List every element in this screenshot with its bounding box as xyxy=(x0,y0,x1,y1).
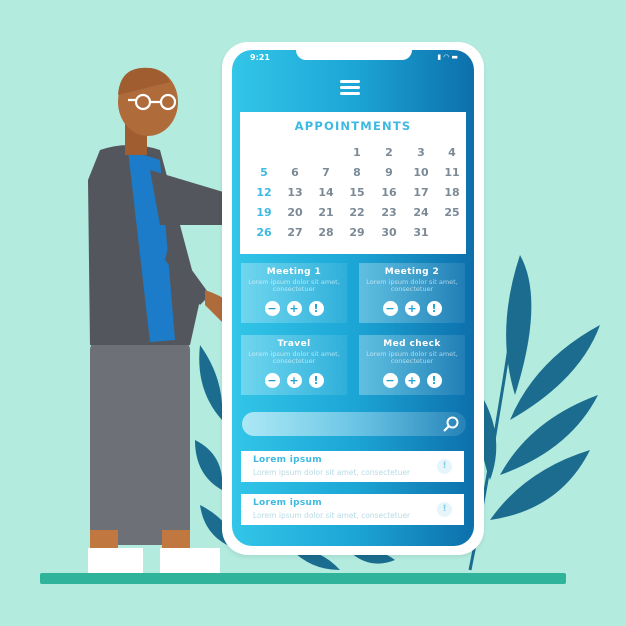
calendar-day[interactable]: 26 xyxy=(252,226,276,239)
calendar-day[interactable]: 24 xyxy=(409,206,433,219)
card-title: Meeting 1 xyxy=(266,267,322,277)
appointment-card[interactable]: Travel Lorem ipsum dolor sit amet, conse… xyxy=(241,335,347,395)
calendar-day[interactable]: 29 xyxy=(345,226,369,239)
calendar: APPOINTMENTS 1 2 3 4 5 6 7 8 9 10 11 12 13 14 15 16 17 18… xyxy=(240,112,466,254)
calendar-day[interactable]: 31 xyxy=(409,226,433,239)
calendar-day[interactable]: 18 xyxy=(440,186,464,199)
card-text: Lorem ipsum dolor sit amet, consectetuer xyxy=(366,278,458,293)
calendar-day[interactable]: 5 xyxy=(252,166,276,179)
plus-button[interactable]: + xyxy=(404,373,420,388)
calendar-day[interactable]: 10 xyxy=(409,166,433,179)
list-item-text: Lorem ipsum dolor sit amet, consectetuer xyxy=(253,468,411,477)
hamburger-menu-icon[interactable] xyxy=(340,80,360,96)
minus-button[interactable]: − xyxy=(264,301,280,316)
plus-button[interactable]: + xyxy=(286,301,302,316)
calendar-day[interactable]: 28 xyxy=(314,226,338,239)
calendar-day[interactable]: 14 xyxy=(314,186,338,199)
calendar-day[interactable]: 25 xyxy=(440,206,464,219)
calendar-title: APPOINTMENTS xyxy=(294,119,412,133)
calendar-day[interactable]: 6 xyxy=(283,166,307,179)
calendar-day[interactable]: 2 xyxy=(377,146,401,159)
calendar-day[interactable]: 3 xyxy=(409,146,433,159)
appointment-card[interactable]: Med check Lorem ipsum dolor sit amet, co… xyxy=(359,335,465,395)
calendar-day[interactable]: 20 xyxy=(283,206,307,219)
card-title: Travel xyxy=(277,339,311,349)
search-icon[interactable] xyxy=(442,415,460,433)
card-title: Meeting 2 xyxy=(384,267,440,277)
alert-badge-icon: ! xyxy=(437,502,452,517)
list-item[interactable]: Lorem ipsum Lorem ipsum dolor sit amet, c… xyxy=(241,494,464,525)
calendar-day[interactable]: 11 xyxy=(440,166,464,179)
alert-button[interactable]: ! xyxy=(426,301,442,316)
minus-button[interactable]: − xyxy=(382,373,398,388)
appointment-card[interactable]: Meeting 1 Lorem ipsum dolor sit amet, co… xyxy=(241,263,347,323)
minus-button[interactable]: − xyxy=(264,373,280,388)
calendar-day[interactable]: 7 xyxy=(314,166,338,179)
calendar-day[interactable]: 19 xyxy=(252,206,276,219)
calendar-day[interactable]: 12 xyxy=(252,186,276,199)
list-item-title: Lorem ipsum xyxy=(253,498,322,508)
calendar-day[interactable]: 1 xyxy=(345,146,369,159)
plus-button[interactable]: + xyxy=(286,373,302,388)
battery-icon: ▬ xyxy=(451,53,460,61)
calendar-day[interactable]: 21 xyxy=(314,206,338,219)
calendar-day[interactable]: 30 xyxy=(377,226,401,239)
status-time: 9:21 xyxy=(250,53,270,62)
calendar-day[interactable]: 16 xyxy=(377,186,401,199)
alert-button[interactable]: ! xyxy=(308,373,324,388)
card-text: Lorem ipsum dolor sit amet, consectetuer xyxy=(366,350,458,365)
list-item-title: Lorem ipsum xyxy=(253,455,322,465)
status-icons: ▮◠▬ xyxy=(437,53,460,61)
calendar-day[interactable]: 13 xyxy=(283,186,307,199)
phone-notch xyxy=(296,50,412,60)
calendar-day[interactable]: 17 xyxy=(409,186,433,199)
calendar-day[interactable]: 9 xyxy=(377,166,401,179)
card-text: Lorem ipsum dolor sit amet, consectetuer xyxy=(248,278,340,293)
appointment-card[interactable]: Meeting 2 Lorem ipsum dolor sit amet, co… xyxy=(359,263,465,323)
calendar-day[interactable]: 27 xyxy=(283,226,307,239)
calendar-day[interactable]: 15 xyxy=(345,186,369,199)
alert-button[interactable]: ! xyxy=(308,301,324,316)
calendar-day[interactable]: 8 xyxy=(345,166,369,179)
minus-button[interactable]: − xyxy=(382,301,398,316)
alert-button[interactable]: ! xyxy=(426,373,442,388)
search-input[interactable] xyxy=(242,412,466,436)
list-item[interactable]: Lorem ipsum Lorem ipsum dolor sit amet, c… xyxy=(241,451,464,482)
list-item-text: Lorem ipsum dolor sit amet, consectetuer xyxy=(253,511,411,520)
alert-badge-icon: ! xyxy=(437,459,452,474)
calendar-day[interactable]: 4 xyxy=(440,146,464,159)
calendar-day[interactable]: 22 xyxy=(345,206,369,219)
card-title: Med check xyxy=(383,339,441,349)
phone-screen: 9:21 ▮◠▬ APPOINTMENTS 1 2 3 4 5 6 7 8 9 10 11 12 13 1… xyxy=(232,50,474,546)
calendar-day[interactable]: 23 xyxy=(377,206,401,219)
ground-bar xyxy=(40,573,566,584)
card-text: Lorem ipsum dolor sit amet, consectetuer xyxy=(248,350,340,365)
plus-button[interactable]: + xyxy=(404,301,420,316)
